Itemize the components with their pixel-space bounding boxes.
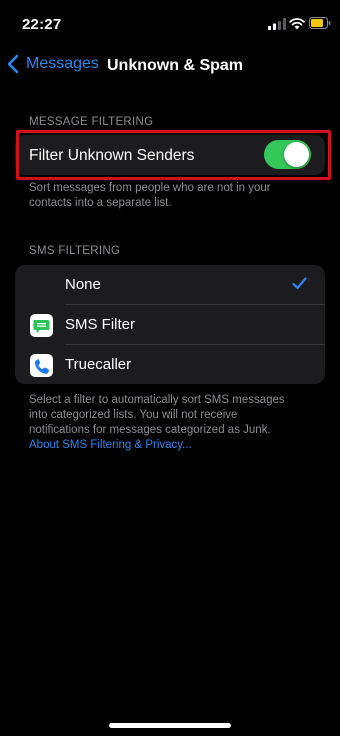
home-indicator[interactable]: [109, 723, 231, 728]
option-label: SMS Filter: [65, 316, 136, 333]
sms-filter-option-sms-filter[interactable]: SMS Filter: [15, 305, 325, 345]
truecaller-app-icon: [30, 354, 53, 377]
wifi-icon: [289, 18, 305, 30]
back-button-label: Messages: [26, 55, 99, 72]
sms-filtering-header: SMS FILTERING: [29, 245, 121, 257]
sms-filter-option-truecaller[interactable]: Truecaller: [15, 345, 325, 385]
filter-unknown-senders-label: Filter Unknown Senders: [29, 147, 195, 164]
status-time: 22:27: [22, 16, 62, 33]
battery-icon: [309, 17, 331, 29]
toggle-knob: [284, 142, 309, 167]
page-title: Unknown & Spam: [107, 57, 244, 74]
footer-line: into categorized lists. You will not rec…: [29, 409, 238, 421]
footer-line: notifications for messages categorized a…: [29, 424, 271, 436]
chevron-left-icon: [7, 54, 19, 74]
filter-unknown-senders-toggle[interactable]: [264, 140, 311, 169]
option-label: Truecaller: [65, 356, 132, 373]
cellular-signal-icon: [268, 18, 286, 30]
sms-filter-option-none[interactable]: None: [15, 265, 325, 305]
status-bar: 22:27: [0, 0, 340, 48]
option-label: None: [65, 276, 101, 293]
message-filtering-footer: Sort messages from people who are not in…: [29, 182, 271, 209]
checkmark-icon: [292, 277, 307, 290]
back-button[interactable]: Messages: [6, 54, 99, 74]
footer-line: Select a filter to automatically sort SM…: [29, 394, 285, 406]
navigation-bar: Messages Unknown & Spam: [0, 50, 340, 82]
message-filtering-header: MESSAGE FILTERING: [29, 116, 154, 128]
filter-unknown-senders-row: Filter Unknown Senders: [15, 135, 325, 175]
sms-filtering-footer: Select a filter to automatically sort SM…: [29, 393, 329, 453]
sms-filtering-list: None SMS Filter Truecaller: [15, 265, 325, 384]
sms-filter-app-icon: [30, 314, 53, 337]
about-sms-filtering-link[interactable]: About SMS Filtering & Privacy...: [29, 438, 329, 453]
